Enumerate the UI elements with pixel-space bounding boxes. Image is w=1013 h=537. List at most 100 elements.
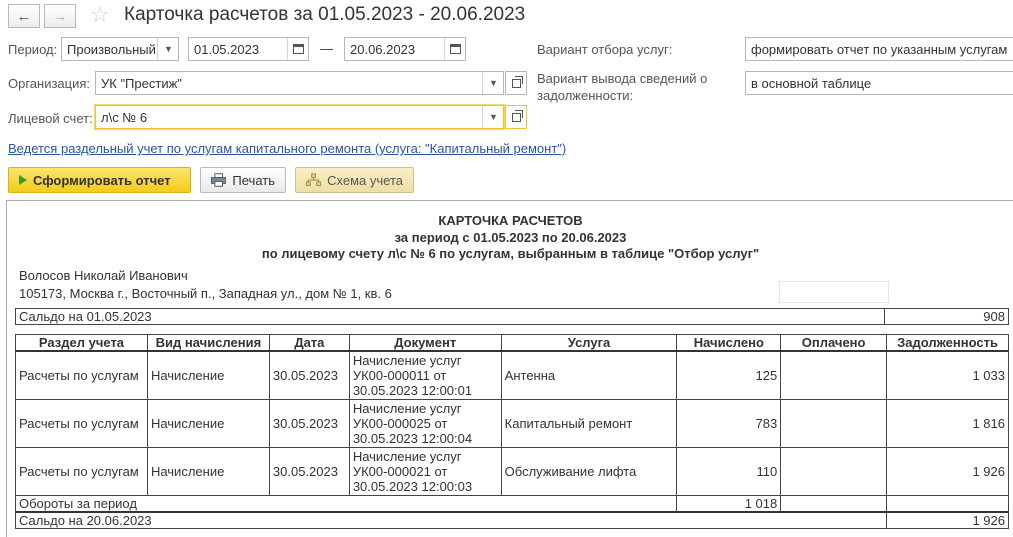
- schema-icon: [306, 173, 322, 187]
- date-to-value: 20.06.2023: [350, 41, 416, 57]
- table-row: Расчеты по услугам Начисление 30.05.2023…: [15, 350, 1009, 400]
- col-header-debt: Задолженность: [886, 334, 1009, 352]
- debt-output-select[interactable]: в основной таблице: [745, 71, 1013, 95]
- play-icon: [19, 175, 27, 185]
- dropdown-button[interactable]: ▼: [157, 38, 178, 60]
- cell-debt: 1 926: [886, 446, 1009, 496]
- cell-section: Расчеты по услугам: [15, 446, 148, 496]
- cell-document[interactable]: Начисление услуг УК00-000025 от 30.05.20…: [348, 398, 502, 448]
- turnover-row: Обороты за период 1 018: [14, 494, 1009, 512]
- cell-accrued: 125: [676, 350, 782, 400]
- charges-table: Раздел учета Вид начисления Дата Докумен…: [14, 334, 1009, 529]
- favorite-star-icon[interactable]: ☆: [90, 2, 110, 28]
- opening-balance-table: Сальдо на 01.05.2023 908: [14, 308, 1009, 325]
- report-address: 105173, Москва г., Восточный п., Западна…: [19, 286, 392, 301]
- printer-icon: [211, 173, 227, 187]
- turnover-accrued: 1 018: [676, 494, 782, 512]
- generate-report-button[interactable]: Сформировать отчет: [8, 167, 191, 193]
- accounting-schema-button[interactable]: Схема учета: [295, 167, 414, 193]
- document-line-3: 30.05.2023 12:00:01: [352, 382, 473, 398]
- window-title: Карточка расчетов за 01.05.2023 - 20.06.…: [124, 4, 526, 25]
- date-from-value: 01.05.2023: [194, 41, 260, 57]
- period-type-value: Произвольный: [67, 41, 156, 57]
- report-account-line: по лицевому счету л\с № 6 по услугам, вы…: [261, 246, 760, 261]
- debt-output-label-line2: задолженности:: [537, 88, 634, 103]
- col-header-kind: Вид начисления: [146, 334, 270, 352]
- cell-accrued: 783: [676, 398, 782, 448]
- col-header-date: Дата: [268, 334, 350, 352]
- arrow-left-icon: ←: [16, 7, 32, 25]
- calendar-button-from[interactable]: [287, 38, 308, 60]
- report-area[interactable]: КАРТОЧКА РАСЧЕТОВ за период с 01.05.2023…: [6, 200, 1013, 537]
- cell-kind: Начисление: [146, 446, 270, 496]
- col-header-accrued: Начислено: [676, 334, 782, 352]
- closing-balance-label: Сальдо на 20.06.2023: [14, 511, 888, 529]
- cell-kind: Начисление: [146, 350, 270, 400]
- organization-value: УК "Престиж": [101, 75, 182, 91]
- cell-document[interactable]: Начисление услуг УК00-000011 от 30.05.20…: [348, 350, 502, 400]
- account-label: Лицевой счет:: [8, 111, 93, 126]
- arrow-right-icon: →: [52, 7, 68, 25]
- cell-debt: 1 816: [886, 398, 1009, 448]
- cell-date: 30.05.2023: [268, 398, 350, 448]
- calendar-icon: [450, 44, 461, 54]
- document-line-2: УК00-000025 от: [352, 415, 448, 431]
- date-to-input[interactable]: 20.06.2023: [344, 37, 466, 61]
- organization-open-button[interactable]: [505, 71, 527, 95]
- print-label: Печать: [232, 172, 275, 188]
- account-input[interactable]: л\с № 6 ▼: [95, 105, 504, 129]
- schema-label: Схема учета: [327, 172, 403, 188]
- report-person: Волосов Николай Иванович: [19, 268, 188, 283]
- open-form-icon: [511, 75, 523, 88]
- opening-balance-value: 908: [884, 308, 1009, 325]
- account-open-button[interactable]: [505, 105, 527, 129]
- organization-label: Организация:: [8, 76, 91, 91]
- closing-balance-value: 1 926: [886, 511, 1009, 529]
- period-label: Период:: [8, 42, 58, 57]
- document-line-3: 30.05.2023 12:00:03: [352, 478, 473, 494]
- document-line-2: УК00-000011 от: [352, 367, 447, 383]
- opening-balance-label: Сальдо на 01.05.2023: [14, 308, 886, 325]
- organization-dropdown-button[interactable]: ▼: [482, 72, 503, 94]
- turnover-paid: [780, 494, 888, 512]
- table-row: Расчеты по услугам Начисление 30.05.2023…: [15, 398, 1009, 448]
- cell-kind: Начисление: [146, 398, 270, 448]
- document-line-3: 30.05.2023 12:00:04: [352, 430, 473, 446]
- period-type-select[interactable]: Произвольный ▼: [61, 37, 179, 61]
- chevron-down-icon: ▼: [489, 112, 498, 122]
- service-filter-select[interactable]: формировать отчет по указанным услугам: [745, 37, 1013, 61]
- cell-paid: [780, 350, 888, 400]
- document-line-1: Начисление услуг: [352, 400, 462, 416]
- chevron-down-icon: ▼: [489, 78, 498, 88]
- generate-report-label: Сформировать отчет: [33, 172, 171, 188]
- back-button[interactable]: ←: [8, 4, 40, 28]
- calendar-button-to[interactable]: [444, 38, 465, 60]
- service-filter-value: формировать отчет по указанным услугам: [751, 41, 1008, 57]
- closing-balance-row: Сальдо на 20.06.2023 1 926: [14, 511, 1009, 529]
- account-dropdown-button[interactable]: ▼: [482, 106, 503, 128]
- cell-debt: 1 033: [886, 350, 1009, 400]
- cell-section: Расчеты по услугам: [15, 398, 148, 448]
- forward-button[interactable]: →: [44, 4, 76, 28]
- capital-repair-link[interactable]: Ведется раздельный учет по услугам капит…: [8, 141, 566, 156]
- table-header-row: Раздел учета Вид начисления Дата Докумен…: [15, 334, 1009, 352]
- period-dash: —: [320, 41, 333, 56]
- cell-service: Капитальный ремонт: [500, 398, 678, 448]
- cell-service: Обслуживание лифта: [500, 446, 678, 496]
- cell-document[interactable]: Начисление услуг УК00-000021 от 30.05.20…: [348, 446, 502, 496]
- turnover-label: Обороты за период: [14, 494, 678, 512]
- open-form-icon: [511, 109, 523, 122]
- opening-balance-row: Сальдо на 01.05.2023 908: [14, 308, 1009, 325]
- cell-section: Расчеты по услугам: [15, 350, 148, 400]
- cell-accrued: 110: [676, 446, 782, 496]
- date-from-input[interactable]: 01.05.2023: [188, 37, 309, 61]
- debt-output-value: в основной таблице: [751, 75, 872, 91]
- document-line-1: Начисление услуг: [352, 448, 462, 464]
- col-header-paid: Оплачено: [780, 334, 888, 352]
- cell-paid: [780, 398, 888, 448]
- empty-cell: [779, 281, 889, 303]
- print-button[interactable]: Печать: [200, 167, 286, 193]
- organization-input[interactable]: УК "Престиж" ▼: [95, 71, 504, 95]
- turnover-debt: [886, 494, 1009, 512]
- col-header-document: Документ: [348, 334, 502, 352]
